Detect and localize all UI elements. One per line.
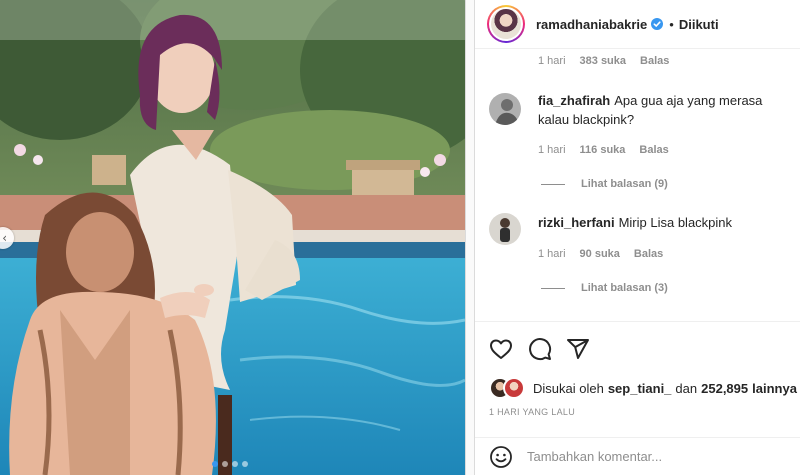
comment-meta: 1 hari 383 suka Balas <box>538 55 669 67</box>
header-separator: • <box>669 16 674 32</box>
verified-badge-icon <box>651 18 664 30</box>
liker-username[interactable]: sep_tiani_ <box>608 381 672 396</box>
chevron-left-icon: ‹ <box>2 231 7 245</box>
comment-icon[interactable] <box>528 337 552 361</box>
commenter-avatar[interactable] <box>489 93 521 125</box>
author-username[interactable]: ramadhaniabakrie <box>536 17 647 32</box>
actions-divider <box>475 321 800 322</box>
reply-button[interactable]: Balas <box>640 55 669 67</box>
comment-input[interactable] <box>527 449 777 464</box>
likes-middle: dan <box>675 380 698 396</box>
reply-button[interactable]: Balas <box>639 144 668 156</box>
carousel-dot <box>242 461 248 467</box>
commenter-avatar[interactable] <box>489 213 521 245</box>
view-replies-button[interactable]: Lihat balasan (3) <box>541 282 668 294</box>
photo-scene <box>0 0 465 475</box>
likes-count[interactable]: 252,895 <box>701 381 748 396</box>
comments-list[interactable]: 1 hari 383 suka Balas fia_zhafirah Apa gu… <box>475 49 800 321</box>
likes-suffix[interactable]: lainnya <box>752 381 797 396</box>
comment-meta: 1 hari 90 suka Balas <box>538 248 663 260</box>
carousel-dot <box>222 461 228 467</box>
comment-body: fia_zhafirah Apa gua aja yang merasa kala… <box>538 91 788 129</box>
comment-body: rizki_herfani Mirip Lisa blackpink <box>538 213 788 232</box>
reply-button[interactable]: Balas <box>634 248 663 260</box>
carousel-dot <box>212 461 218 467</box>
follow-status-button[interactable]: Diikuti <box>679 17 719 32</box>
replies-line <box>541 183 565 185</box>
comment-time[interactable]: 1 hari <box>538 144 566 156</box>
commenter-username[interactable]: rizki_herfani <box>538 215 615 230</box>
comment-time[interactable]: 1 hari <box>538 55 566 67</box>
post-date[interactable]: 1 HARI YANG LALU <box>489 407 575 417</box>
likes-summary: Disukai oleh sep_tiani_ dan 252,895 lain… <box>489 377 797 399</box>
likes-prefix: Disukai oleh <box>533 380 604 396</box>
view-replies-label: Lihat balasan (3) <box>581 282 668 294</box>
comment-meta: 1 hari 116 suka Balas <box>538 144 669 156</box>
add-comment-bar <box>475 437 800 475</box>
post-header: ramadhaniabakrie • Diikuti <box>475 0 800 49</box>
share-icon[interactable] <box>566 337 590 361</box>
comment-text: Mirip Lisa blackpink <box>618 215 733 230</box>
panel-divider <box>465 0 475 475</box>
view-replies-label: Lihat balasan (9) <box>581 178 668 190</box>
author-avatar[interactable] <box>487 5 525 43</box>
liker-avatars <box>489 377 527 399</box>
view-replies-button[interactable]: Lihat balasan (9) <box>541 178 668 190</box>
replies-line <box>541 287 565 289</box>
post-photo[interactable]: ‹ <box>0 0 465 475</box>
carousel-indicator <box>212 461 248 467</box>
post-side-panel: ramadhaniabakrie • Diikuti 1 hari 383 su… <box>475 0 800 475</box>
comment-time[interactable]: 1 hari <box>538 248 566 260</box>
comment-likes[interactable]: 383 suka <box>580 55 626 67</box>
liker-avatar <box>503 377 525 399</box>
comment-likes[interactable]: 116 suka <box>580 144 626 156</box>
comment-likes[interactable]: 90 suka <box>580 248 620 260</box>
commenter-username[interactable]: fia_zhafirah <box>538 93 610 108</box>
heart-icon[interactable] <box>489 337 513 361</box>
carousel-dot <box>232 461 238 467</box>
emoji-icon[interactable] <box>489 445 513 469</box>
